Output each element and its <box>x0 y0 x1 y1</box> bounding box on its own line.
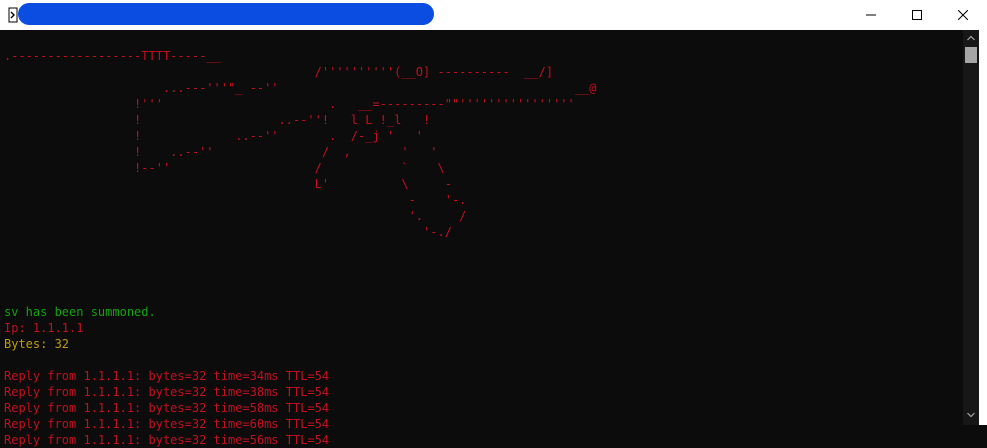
minimize-button[interactable] <box>848 0 894 30</box>
window-border <box>979 30 987 425</box>
maximize-icon <box>912 10 922 20</box>
reply-line: Reply from 1.1.1.1: bytes=32 time=38ms T… <box>4 385 330 399</box>
scroll-down-arrow-icon <box>967 412 975 418</box>
summoned-message: sv has been summoned. <box>4 305 156 319</box>
scroll-up-arrow-icon <box>967 35 975 41</box>
ip-line: Ip: 1.1.1.1 <box>4 321 84 335</box>
minimize-icon <box>866 14 876 16</box>
cmd-icon <box>8 7 18 23</box>
scroll-thumb[interactable] <box>965 47 977 63</box>
title-redaction <box>18 3 434 25</box>
close-button[interactable] <box>940 0 986 30</box>
reply-line: Reply from 1.1.1.1: bytes=32 time=60ms T… <box>4 417 330 431</box>
maximize-button[interactable] <box>894 0 940 30</box>
reply-line: Reply from 1.1.1.1: bytes=32 time=56ms T… <box>4 433 330 447</box>
scroll-down-button[interactable] <box>963 407 979 423</box>
reply-line: Reply from 1.1.1.1: bytes=32 time=34ms T… <box>4 369 330 383</box>
ascii-art-rifle: .------------------TTTT-----__ /''''''''… <box>4 49 597 239</box>
reply-line: Reply from 1.1.1.1: bytes=32 time=58ms T… <box>4 401 330 415</box>
vertical-scrollbar[interactable] <box>963 30 979 425</box>
terminal-output[interactable]: .------------------TTTT-----__ /''''''''… <box>0 30 963 447</box>
close-icon <box>958 10 968 20</box>
title-bar[interactable] <box>0 0 987 30</box>
bytes-line: Bytes: 32 <box>4 337 70 351</box>
scroll-up-button[interactable] <box>963 30 979 46</box>
